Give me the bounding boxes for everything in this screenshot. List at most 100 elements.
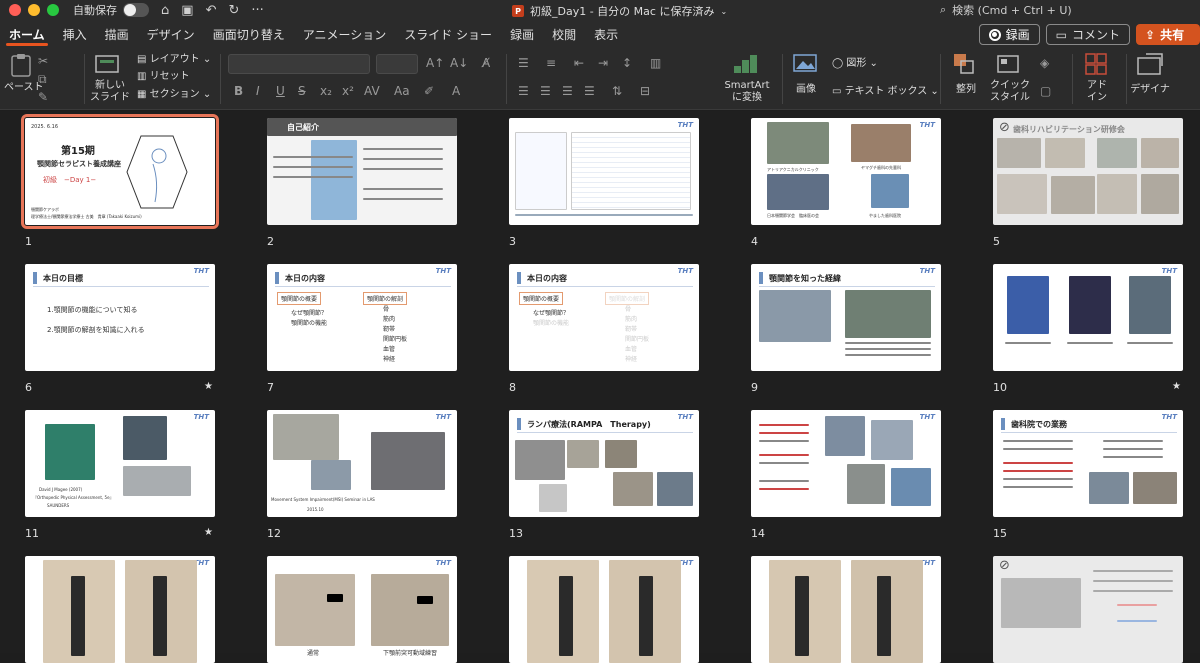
logo: THT <box>1161 413 1177 421</box>
comment-button[interactable]: ▭ コメント <box>1045 24 1130 45</box>
slide-thumbnail-1[interactable]: 2025. 6.16 第15期 顎関節セラピスト養成講座 初級 −Day 1− … <box>21 114 219 229</box>
smartart-button[interactable] <box>732 52 758 79</box>
copy-icon[interactable]: ⧉ <box>38 72 47 87</box>
shape-button[interactable]: ◯ 図形 ⌄ <box>832 59 878 69</box>
superscript-icon[interactable]: x² <box>342 84 354 98</box>
slide-number: 5 <box>993 235 1000 248</box>
layout-button[interactable]: ▤ レイアウト ⌄ <box>137 55 211 65</box>
slide-thumbnail-15[interactable]: THT 歯科院での業務 <box>993 410 1183 517</box>
slide-thumbnail-3[interactable]: THT <box>509 118 699 225</box>
search-icon: ⌕ <box>940 2 947 16</box>
tab-insert[interactable]: 挿入 <box>54 20 96 48</box>
picture-icon <box>793 54 817 72</box>
search-box[interactable]: ⌕ 検索 (Cmd + Ctrl + U) <box>940 1 1190 18</box>
line-spacing-icon[interactable]: ↕ <box>622 56 632 70</box>
numbering-icon[interactable]: ≡ <box>546 56 556 70</box>
arrange-button[interactable] <box>952 52 976 79</box>
highlight-icon[interactable]: ✐ <box>424 84 434 98</box>
share-button[interactable]: ⇪ 共有 <box>1136 24 1200 45</box>
justify-icon[interactable]: ☰ <box>584 84 595 98</box>
tab-transitions[interactable]: 画面切り替え <box>204 20 294 48</box>
slide-thumbnail-18[interactable]: THT <box>509 556 699 663</box>
tab-slideshow[interactable]: スライド ショー <box>395 20 501 48</box>
picture-button[interactable] <box>792 52 818 77</box>
redo-icon[interactable]: ↻ <box>228 3 239 18</box>
align-center-icon[interactable]: ☰ <box>540 84 551 98</box>
slide-thumbnail-6[interactable]: THT 本日の目標 1.顎関節の機能について知る 2.顎関節の解剖を知識に入れる <box>25 264 215 371</box>
designer-icon <box>1137 53 1163 75</box>
italic-icon[interactable]: I <box>256 84 260 98</box>
align-right-icon[interactable]: ☰ <box>562 84 573 98</box>
autosave: 自動保存 <box>73 2 149 18</box>
slide-thumbnail-5[interactable]: 歯科リハビリテーション研修会 ⊘ <box>993 118 1183 225</box>
slide-thumbnail-20[interactable]: ⊘ <box>993 556 1183 663</box>
textbox-button[interactable]: ▭ テキスト ボックス ⌄ <box>832 87 939 97</box>
columns-icon[interactable]: ▥ <box>650 56 661 70</box>
outdent-icon[interactable]: ⇤ <box>574 56 584 70</box>
slide-thumbnail-14[interactable]: THT <box>751 410 941 517</box>
save-icon[interactable]: ▣ <box>181 3 193 18</box>
slide-thumbnail-16[interactable]: THT <box>25 556 215 663</box>
format-painter-icon[interactable]: ✎ <box>38 90 48 104</box>
underline-icon[interactable]: U <box>276 84 285 98</box>
slide-thumbnail-7[interactable]: THT 本日の内容 顎関節の概要 顎関節の解剖 なぜ顎関節？ 顎関節の機能 骨 … <box>267 264 457 371</box>
quick-style-label: クイック スタイル <box>990 80 1030 103</box>
bold-icon[interactable]: B <box>234 84 243 98</box>
slide-footer-2: 理学療法士/顎関節療法学療士 古美 貴章 (Takaaki Koizumi) <box>31 214 142 219</box>
share-icon: ⇪ <box>1145 27 1156 42</box>
slide-number: 3 <box>509 235 516 248</box>
shape-fill-icon[interactable]: ◈ <box>1040 56 1049 70</box>
record-button[interactable]: 録画 <box>978 24 1040 45</box>
font-name-select[interactable] <box>228 54 370 74</box>
designer-button[interactable] <box>1136 52 1164 79</box>
minimize-window-button[interactable] <box>28 4 40 16</box>
close-window-button[interactable] <box>9 4 21 16</box>
clear-format-icon[interactable]: A̸ <box>482 56 490 70</box>
quick-style-button[interactable] <box>996 52 1022 79</box>
cut-icon[interactable]: ✂ <box>38 54 48 68</box>
document-title[interactable]: P 初級_Day1 - 自分の Mac に保存済み ⌄ <box>512 3 727 19</box>
increase-font-icon[interactable]: A↑ <box>426 56 444 70</box>
topic-item: 血管 <box>625 346 638 353</box>
tab-view[interactable]: 表示 <box>585 20 627 48</box>
slide-thumbnail-17[interactable]: THT 通常 下顎前突可動域練習 <box>267 556 457 663</box>
font-size-select[interactable] <box>376 54 418 74</box>
slide-thumbnail-10[interactable]: THT <box>993 264 1183 371</box>
strikethrough-icon[interactable]: S̶ <box>298 84 306 98</box>
slide-thumbnail-11[interactable]: THT David J Magee (2007) 『Orthopedic Phy… <box>25 410 215 517</box>
shape-outline-icon[interactable]: ▢ <box>1040 84 1051 98</box>
tab-draw[interactable]: 描画 <box>96 20 138 48</box>
undo-icon[interactable]: ↶ <box>206 3 217 18</box>
char-spacing-icon[interactable]: AV <box>364 84 380 98</box>
section-button[interactable]: ▦ セクション ⌄ <box>137 90 211 100</box>
align-text-icon[interactable]: ⊟ <box>640 84 650 98</box>
slide-thumbnail-19[interactable]: THT <box>751 556 941 663</box>
text-direction-icon[interactable]: ⇅ <box>612 84 622 98</box>
paste-button[interactable] <box>8 52 34 81</box>
slide-thumbnail-9[interactable]: THT 顎関節を知った経緯 <box>751 264 941 371</box>
slide-thumbnail-4[interactable]: THT アトリアクニカルクリニック 日本顎関節学会 臨床医の会 ヤマグチ歯科の先… <box>751 118 941 225</box>
align-left-icon[interactable]: ☰ <box>518 84 529 98</box>
reset-button[interactable]: ▥ リセット <box>137 72 190 82</box>
font-color-icon[interactable]: A <box>452 84 460 98</box>
indent-icon[interactable]: ⇥ <box>598 56 608 70</box>
zoom-window-button[interactable] <box>47 4 59 16</box>
tab-review[interactable]: 校閲 <box>543 20 585 48</box>
slide-thumbnail-13[interactable]: THT ランパ療法(RAMPA Therapy) <box>509 410 699 517</box>
slide-thumbnail-12[interactable]: THT Movement System Impairment(MSI) Semi… <box>267 410 457 517</box>
bullets-icon[interactable]: ☰ <box>518 56 529 70</box>
more-icon[interactable]: ··· <box>251 3 263 18</box>
decrease-font-icon[interactable]: A↓ <box>450 56 468 70</box>
home-icon[interactable]: ⌂ <box>161 3 169 18</box>
tab-design[interactable]: デザイン <box>138 20 204 48</box>
change-case-icon[interactable]: Aa <box>394 84 410 98</box>
slide-thumbnail-2[interactable]: 自己紹介 <box>267 118 457 225</box>
autosave-toggle[interactable] <box>123 3 149 17</box>
slide-thumbnail-8[interactable]: THT 本日の内容 顎関節の概要 顎関節の解剖 なぜ顎関節？ 顎関節の機能 骨 … <box>509 264 699 371</box>
tab-animations[interactable]: アニメーション <box>294 20 396 48</box>
addin-button[interactable] <box>1084 52 1110 79</box>
tab-home[interactable]: ホーム <box>0 20 54 48</box>
tab-record[interactable]: 録画 <box>501 20 543 48</box>
subscript-icon[interactable]: x₂ <box>320 84 332 98</box>
new-slide-button[interactable] <box>94 52 124 81</box>
